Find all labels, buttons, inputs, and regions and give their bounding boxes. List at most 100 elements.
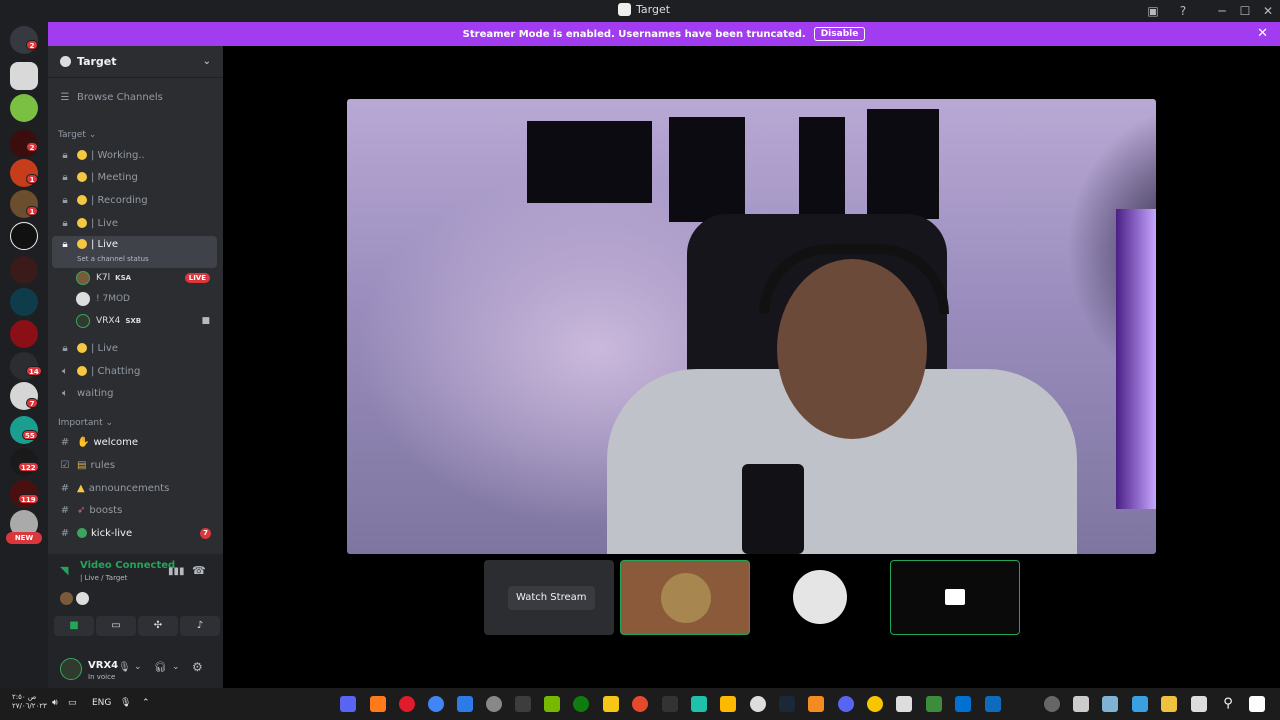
clock[interactable]: ص ٢:٥٠ ٢٧/٠٦/٢٠٢٣ [12,693,47,711]
scroll-icon: ▤ [77,459,87,471]
user-name[interactable]: VRX4 [88,660,118,671]
microphone-icon[interactable]: 🎙︎ [120,698,131,708]
app-taskbar-icon[interactable] [603,696,619,712]
text-channel-welcome[interactable]: # ✋ welcome [52,432,217,452]
photos-taskbar-icon[interactable] [1102,696,1118,712]
outlook-taskbar-icon[interactable] [985,696,1001,712]
app-taskbar-icon[interactable] [926,696,942,712]
activities-button[interactable]: ✣ [138,616,178,636]
voice-channel-live[interactable]: 🔒︎ | Live [52,213,217,233]
channel-label: kick-live [91,527,133,539]
server-icon[interactable] [10,94,38,122]
chevron-up-icon[interactable]: ⌃ [142,698,150,708]
app-taskbar-icon[interactable] [632,696,648,712]
voice-channel-path[interactable]: | Live / Target [80,574,127,582]
chevron-down-icon[interactable]: ⌄ [172,662,180,672]
text-channel-announcements[interactable]: # ▲ announcements [52,478,217,498]
server-icon[interactable] [10,256,38,284]
participant-tile[interactable] [755,560,885,635]
disable-streamer-mode-button[interactable]: Disable [813,27,866,41]
playstation-taskbar-icon[interactable] [955,696,971,712]
category-target[interactable]: Target ⌄ [58,130,96,140]
disconnect-icon[interactable]: ☎ [192,564,206,577]
voice-channel-waiting[interactable]: 🔈︎ waiting [52,383,217,403]
store-taskbar-icon[interactable] [1073,696,1089,712]
app-taskbar-icon[interactable] [750,696,766,712]
participant-tile[interactable] [890,560,1020,635]
headphones-icon[interactable]: 🎧︎ [154,662,167,673]
maximize-button[interactable]: ☐ [1237,3,1253,19]
voice-user[interactable]: K7l KSA LIVE [76,268,216,288]
chevron-down-icon[interactable]: ⌄ [134,662,142,672]
guild-name: Target [77,55,117,68]
noise-suppression-icon[interactable]: ▮▮▮ [168,566,185,577]
nvidia-taskbar-icon[interactable] [544,696,560,712]
app-taskbar-icon[interactable] [515,696,531,712]
chrome-taskbar-icon[interactable] [428,696,444,712]
app-taskbar-icon[interactable] [691,696,707,712]
avatar[interactable] [60,658,82,680]
text-channel-boosts[interactable]: # ➶ boosts [52,500,217,520]
opera-taskbar-icon[interactable] [399,696,415,712]
text-channel-kick-live[interactable]: # kick-live 7 [52,523,217,543]
inbox-icon[interactable]: ▣ [1145,3,1161,19]
xbox-taskbar-icon[interactable] [573,696,589,712]
minimize-button[interactable]: ─ [1214,3,1230,19]
language-indicator[interactable]: ENG [92,698,111,708]
steam-taskbar-icon[interactable] [779,696,795,712]
volume-icon[interactable]: 🔊︎ [52,698,58,708]
channel-label: welcome [93,436,139,448]
app-taskbar-icon[interactable] [486,696,502,712]
gear-icon[interactable]: ⚙ [192,660,203,674]
folder-taskbar-icon[interactable] [1161,696,1177,712]
voice-channel-live-2[interactable]: 🔒︎ | Live [52,338,217,358]
search-icon[interactable]: ⚲ [1220,696,1236,712]
app-taskbar-icon[interactable] [370,696,386,712]
network-icon[interactable]: ▭ [68,698,77,708]
voice-channel-meeting[interactable]: 🔒︎ | Meeting [52,167,217,187]
lock-icon: 🔒︎ [62,194,68,206]
help-icon[interactable]: ? [1175,3,1191,19]
signal-icon[interactable]: ◥ [60,564,68,577]
gear-icon[interactable] [1044,696,1060,712]
voice-user[interactable]: VRX4 SXB ■ [76,311,216,331]
app-taskbar-icon[interactable] [808,696,824,712]
guild-header[interactable]: Target ⌄ [48,46,223,78]
server-icon[interactable] [10,288,38,316]
voice-channel-chatting[interactable]: 🔈︎ | Chatting [52,361,217,381]
watch-stream-button[interactable]: Watch Stream [508,586,595,610]
hash-icon: # [60,482,70,494]
app-taskbar-icon[interactable] [867,696,883,712]
server-icon[interactable] [10,62,38,90]
app-taskbar-icon[interactable] [1132,696,1148,712]
epic-taskbar-icon[interactable] [662,696,678,712]
start-icon[interactable] [1249,696,1265,712]
close-banner-icon[interactable]: ✕ [1257,26,1268,41]
participant-tile[interactable] [620,560,750,635]
voice-channel-recording[interactable]: 🔒︎ | Recording [52,190,217,210]
discord-taskbar-icon[interactable] [340,696,356,712]
soundboard-button[interactable]: ♪ [180,616,220,636]
app-taskbar-icon[interactable] [1191,696,1207,712]
voice-channel-live-selected[interactable]: 🔒︎ | Live Set a channel status [52,236,217,268]
browse-channels[interactable]: ☰ Browse Channels [52,87,217,107]
server-icon[interactable] [10,222,38,250]
screen-share-button[interactable]: ▭ [96,616,136,636]
camera-button[interactable]: ■ [54,616,94,636]
discord-taskbar-icon[interactable] [838,696,854,712]
close-window-button[interactable]: ✕ [1260,3,1276,19]
app-taskbar-icon[interactable] [457,696,473,712]
rockstar-taskbar-icon[interactable] [720,696,736,712]
voice-channel-working[interactable]: 🔒︎ | Working.. [52,145,217,165]
voice-user[interactable]: ! 7MOD [76,289,216,309]
text-channel-rules[interactable]: ☑ ▤ rules [52,455,217,475]
emoji-icon [77,343,87,353]
voice-status[interactable]: Video Connected [80,560,175,571]
microphone-icon[interactable]: 🎙︎ [118,662,131,673]
capcut-taskbar-icon[interactable] [896,696,912,712]
stream-video[interactable] [347,99,1156,554]
category-important[interactable]: Important ⌄ [58,418,113,428]
stream-tile[interactable]: Watch Stream [484,560,614,635]
server-icon[interactable] [10,320,38,348]
channel-status-hint[interactable]: Set a channel status [77,255,149,263]
